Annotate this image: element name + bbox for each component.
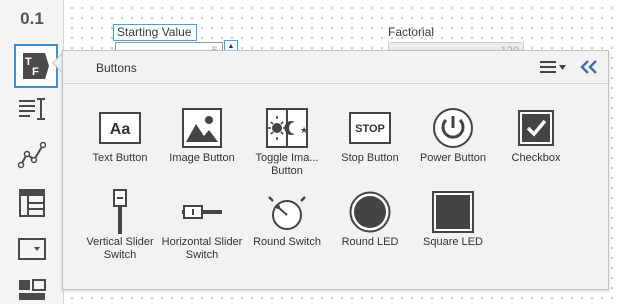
panel-header: Buttons [63,51,608,84]
widget-label: Checkbox [511,152,561,164]
buttons-palette-panel: Buttons Aa Text Button Image Button ★ To… [62,50,609,290]
widget-power-button[interactable]: Power Button [405,105,501,185]
value-label: 0.1 [20,9,44,28]
hamburger-icon [540,61,556,73]
widget-toggle-image-button[interactable]: ★ Toggle Ima... Button [239,105,335,185]
power-button-icon [433,108,473,148]
widget-label: Round LED [341,236,399,248]
horizontal-slider-switch-icon [182,205,222,219]
widget-square-led[interactable]: Square LED [405,189,501,269]
text-button-glyph: Aa [110,121,131,138]
widget-label: Power Button [419,152,487,164]
stop-button-icon: STOP [349,112,391,144]
widget-label: Stop Button [341,152,399,164]
stop-button-glyph: STOP [355,123,385,135]
toggle-image-button-icon: ★ [266,108,308,148]
collapse-panel-button[interactable] [579,57,599,77]
stepper-up-icon[interactable]: ▲ [228,43,235,50]
image-button-icon [182,108,222,148]
widget-label: Image Button [169,152,235,164]
svg-text:★: ★ [300,126,308,136]
text-list-icon [19,98,45,120]
square-led-icon [432,191,474,233]
left-toolbar: 0.1 T F [0,0,64,304]
toolbar-dropdown-item[interactable] [8,228,56,270]
round-switch-icon [268,196,306,230]
text-button-icon: Aa [99,112,141,144]
toolbar-table-item[interactable] [8,182,56,224]
toolbar-text-list-item[interactable] [8,88,56,130]
panel-title: Buttons [96,61,137,75]
widget-checkbox[interactable]: Checkbox [488,105,584,185]
checkbox-icon [518,110,554,146]
vertical-slider-switch-icon [113,189,127,234]
text-format-icon: T F [23,53,49,79]
widget-label: Horizontal Slider Switch [161,236,243,261]
toolbar-text-format-item[interactable]: T F [14,44,58,88]
round-led-icon [349,191,391,233]
panel-menu-button[interactable] [540,58,568,76]
layout-icon [19,279,46,300]
double-chevron-left-icon [580,60,597,74]
dropdown-icon [18,238,46,260]
widget-round-switch[interactable]: Round Switch [239,189,335,269]
widget-stop-button[interactable]: STOP Stop Button [322,105,418,185]
chart-icon [18,141,46,169]
widget-horizontal-slider-switch[interactable]: Horizontal Slider Switch [154,189,250,269]
table-icon [19,189,45,217]
chevron-down-icon [559,64,566,70]
starting-value-label[interactable]: Starting Value [113,24,197,41]
widget-round-led[interactable]: Round LED [322,189,418,269]
svg-text:F: F [32,66,39,78]
widget-label: Toggle Ima... Button [255,152,319,177]
toolbar-layout-item[interactable] [8,272,56,304]
widget-label: Round Switch [253,236,321,248]
toolbar-value-item[interactable]: 0.1 [8,2,56,36]
toolbar-chart-item[interactable] [8,134,56,176]
factorial-label[interactable]: Factorial [388,25,434,39]
svg-text:T: T [25,56,32,68]
widget-label: Square LED [423,236,483,248]
widget-image-button[interactable]: Image Button [154,105,250,185]
